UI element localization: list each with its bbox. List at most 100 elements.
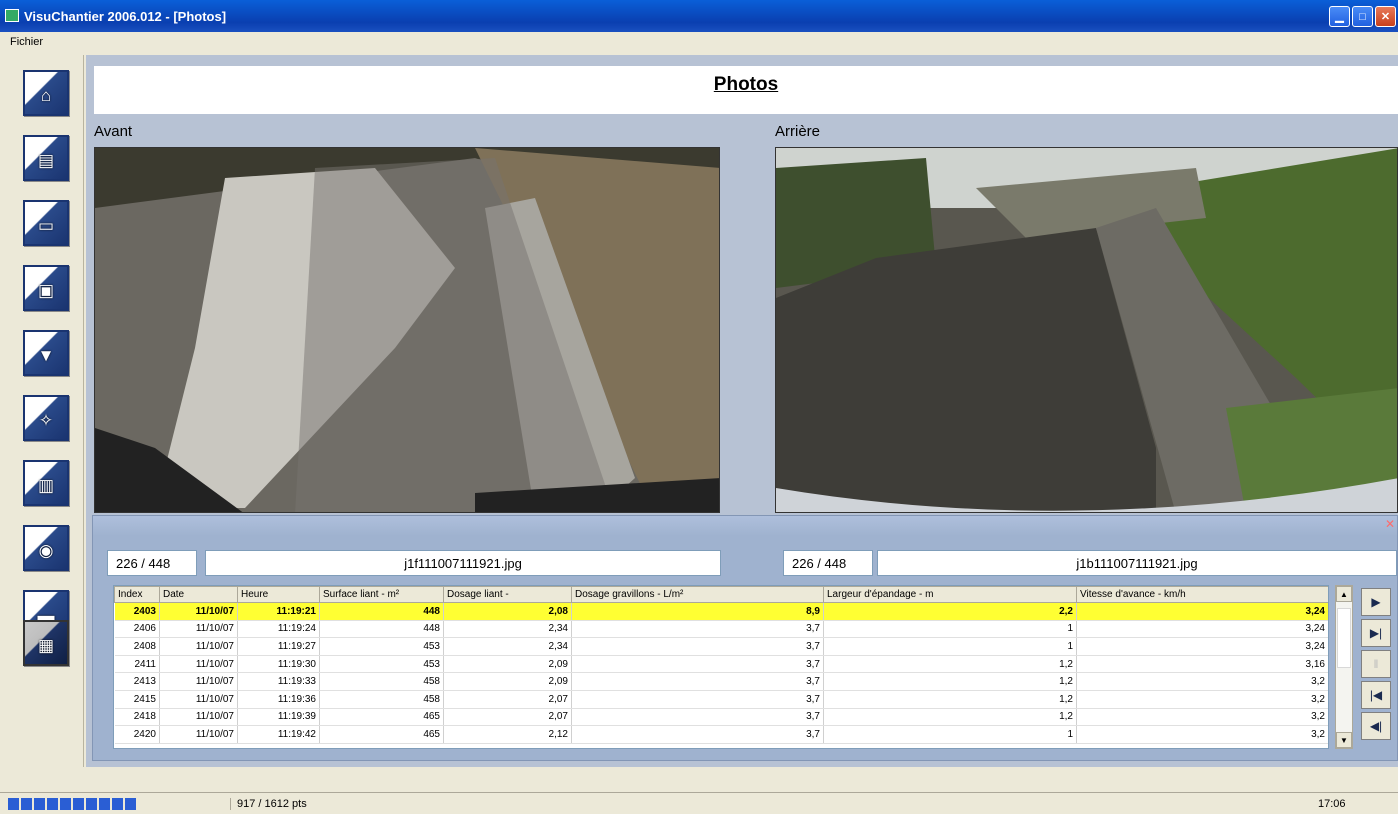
maximize-button[interactable]: □ [1352, 6, 1373, 27]
front-filename: j1f111007111921.jpg [205, 550, 721, 576]
table-cell: 3,7 [571, 620, 824, 639]
header-surface[interactable]: Surface liant - m² [319, 586, 444, 603]
table-cell: 2,12 [443, 725, 572, 744]
table-cell: 3,2 [1076, 690, 1328, 709]
table-cell: 11:19:33 [237, 672, 320, 691]
table-cell: 1,2 [823, 690, 1077, 709]
minimize-button[interactable]: ▁ [1329, 6, 1350, 27]
table-cell: 1 [823, 725, 1077, 744]
scroll-thumb[interactable] [1337, 608, 1351, 668]
table-cell: 8,9 [571, 602, 824, 621]
front-counter: 226 / 448 [107, 550, 197, 576]
table-cell: 453 [319, 637, 444, 656]
table-cell: 2,09 [443, 672, 572, 691]
table-row[interactable]: 2411 11/10/07 11:19:30 453 2,09 3,7 1,2 3,16 [114, 655, 1328, 674]
table-cell: 2403 [114, 602, 160, 621]
table-cell: 3,24 [1076, 602, 1328, 621]
table-cell: 465 [319, 725, 444, 744]
table-cell: 11:19:30 [237, 655, 320, 674]
table-cell: 458 [319, 690, 444, 709]
table-cell: 11:19:24 [237, 620, 320, 639]
prev-button[interactable]: ◀| [1361, 712, 1391, 740]
table-cell: 1,2 [823, 708, 1077, 727]
rear-filename: j1b111007111921.jpg [877, 550, 1397, 576]
chart-stats-icon[interactable]: ▥ [23, 460, 69, 506]
table-cell: 11:19:36 [237, 690, 320, 709]
wrench-icon[interactable]: ✧ [23, 395, 69, 441]
close-button[interactable]: ✕ [1375, 6, 1396, 27]
table-row[interactable]: 2418 11/10/07 11:19:39 465 2,07 3,7 1,2 3,2 [114, 708, 1328, 727]
header-vitesse[interactable]: Vitesse d'avance - km/h [1076, 586, 1328, 603]
play-button[interactable]: ▶ [1361, 588, 1391, 616]
table-cell: 11/10/07 [159, 620, 238, 639]
table-row[interactable]: 2420 11/10/07 11:19:42 465 2,12 3,7 1 3,2 [114, 725, 1328, 744]
table-cell: 3,7 [571, 672, 824, 691]
menu-fichier[interactable]: Fichier [10, 36, 43, 48]
header-date[interactable]: Date [159, 586, 238, 603]
monitor-icon[interactable]: ▣ [23, 265, 69, 311]
window-title: VisuChantier 2006.012 - [Photos] [24, 8, 227, 24]
table-cell: 2,08 [443, 602, 572, 621]
table-cell: 3,16 [1076, 655, 1328, 674]
status-bar: 917 / 1612 pts 17:06 [0, 792, 1398, 814]
photo-icon[interactable]: ▦ [23, 620, 69, 666]
header-largeur[interactable]: Largeur d'épandage - m [823, 586, 1077, 603]
data-table: Index Date Heure Surface liant - m² Dosa… [113, 585, 1329, 749]
table-row[interactable]: 2403 11/10/07 11:19:21 448 2,08 8,9 2,2 3,24 [114, 602, 1328, 621]
table-cell: 3,24 [1076, 620, 1328, 639]
table-cell: 448 [319, 620, 444, 639]
header-dosage-liant[interactable]: Dosage liant - [443, 586, 572, 603]
rear-photo [775, 147, 1398, 513]
home-icon[interactable]: ⌂ [23, 70, 69, 116]
header-dosage-gravillons[interactable]: Dosage gravillons - L/m² [571, 586, 824, 603]
app-icon [5, 9, 19, 22]
table-cell: 11/10/07 [159, 602, 238, 621]
table-cell: 2,07 [443, 690, 572, 709]
table-cell: 3,7 [571, 655, 824, 674]
spray-icon[interactable]: ◉ [23, 525, 69, 571]
front-photo [94, 147, 720, 513]
table-cell: 11/10/07 [159, 672, 238, 691]
next-button[interactable]: ▶| [1361, 619, 1391, 647]
table-cell: 2415 [114, 690, 160, 709]
table-cell: 3,7 [571, 637, 824, 656]
table-cell: 453 [319, 655, 444, 674]
table-cell: 3,7 [571, 690, 824, 709]
close-icon[interactable]: ✕ [1385, 517, 1395, 531]
header-heure[interactable]: Heure [237, 586, 320, 603]
table-cell: 2,07 [443, 708, 572, 727]
first-button[interactable]: |◀ [1361, 681, 1391, 709]
table-cell: 3,2 [1076, 672, 1328, 691]
table-cell: 465 [319, 708, 444, 727]
progress-indicator [8, 798, 136, 810]
header-index[interactable]: Index [114, 586, 160, 603]
table-cell: 11/10/07 [159, 708, 238, 727]
table-cell: 2406 [114, 620, 160, 639]
window-titlebar: VisuChantier 2006.012 - [Photos] ▁ □ ✕ [0, 0, 1398, 32]
table-cell: 3,24 [1076, 637, 1328, 656]
pump-icon[interactable]: ▼ [23, 330, 69, 376]
table-row[interactable]: 2408 11/10/07 11:19:27 453 2,34 3,7 1 3,24 [114, 637, 1328, 656]
scroll-up-icon[interactable]: ▲ [1336, 586, 1352, 602]
table-cell: 11/10/07 [159, 637, 238, 656]
front-photo-label: Avant [94, 123, 133, 140]
table-row[interactable]: 2406 11/10/07 11:19:24 448 2,34 3,7 1 3,24 [114, 620, 1328, 639]
table-cell: 11/10/07 [159, 690, 238, 709]
table-row[interactable]: 2415 11/10/07 11:19:36 458 2,07 3,7 1,2 3,2 [114, 690, 1328, 709]
table-cell: 2,34 [443, 637, 572, 656]
points-counter: 917 / 1612 pts [230, 798, 307, 810]
chart-icon[interactable]: ▤ [23, 135, 69, 181]
printer-icon[interactable]: ▭ [23, 200, 69, 246]
table-cell: 2411 [114, 655, 160, 674]
table-scrollbar[interactable]: ▲ ▼ [1335, 585, 1353, 749]
table-cell: 3,7 [571, 708, 824, 727]
table-cell: 11:19:21 [237, 602, 320, 621]
scroll-down-icon[interactable]: ▼ [1336, 732, 1352, 748]
table-cell: 11/10/07 [159, 725, 238, 744]
menu-bar: Fichier [0, 32, 1398, 52]
pause-button[interactable]: ‖ [1361, 650, 1391, 678]
table-row[interactable]: 2413 11/10/07 11:19:33 458 2,09 3,7 1,2 3,2 [114, 672, 1328, 691]
table-cell: 3,2 [1076, 708, 1328, 727]
table-cell: 2413 [114, 672, 160, 691]
table-cell: 2408 [114, 637, 160, 656]
